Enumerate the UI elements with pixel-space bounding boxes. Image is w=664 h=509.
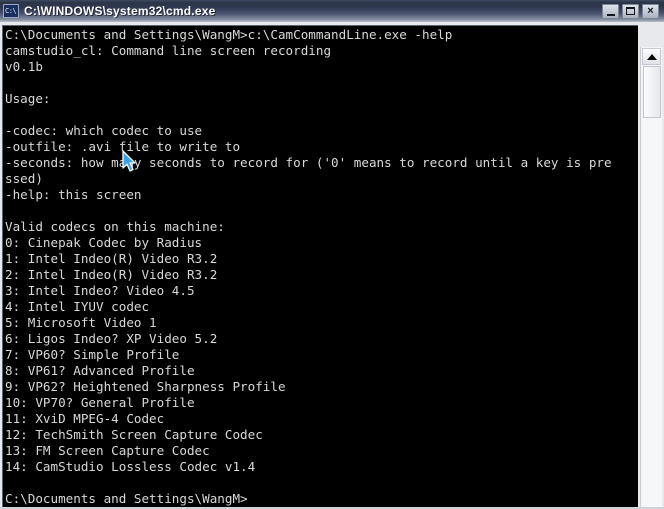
close-button[interactable]: × (642, 3, 659, 19)
window-client-area: C:\Documents and Settings\WangM>c:\CamCo… (0, 22, 664, 509)
chevron-up-icon (646, 53, 657, 60)
maximize-icon (626, 7, 635, 15)
window-titlebar[interactable]: C:\WINDOWS\system32\cmd.exe × (0, 0, 664, 22)
cmd-window: C:\WINDOWS\system32\cmd.exe × C:\Documen… (0, 0, 664, 509)
console-text: C:\Documents and Settings\WangM>c:\CamCo… (5, 27, 612, 506)
maximize-button[interactable] (622, 3, 639, 19)
window-title: C:\WINDOWS\system32\cmd.exe (24, 4, 216, 18)
minimize-button[interactable] (602, 3, 619, 19)
cmd-console-icon (3, 4, 19, 18)
vertical-scrollbar[interactable] (640, 47, 662, 509)
scrollbar-track[interactable] (642, 119, 662, 509)
window-controls: × (602, 3, 659, 19)
scroll-up-button[interactable] (642, 48, 661, 65)
scrollbar-thumb[interactable] (643, 66, 661, 118)
close-icon: × (647, 4, 654, 17)
minimize-icon (606, 13, 615, 16)
console-output-area[interactable]: C:\Documents and Settings\WangM>c:\CamCo… (2, 25, 638, 507)
